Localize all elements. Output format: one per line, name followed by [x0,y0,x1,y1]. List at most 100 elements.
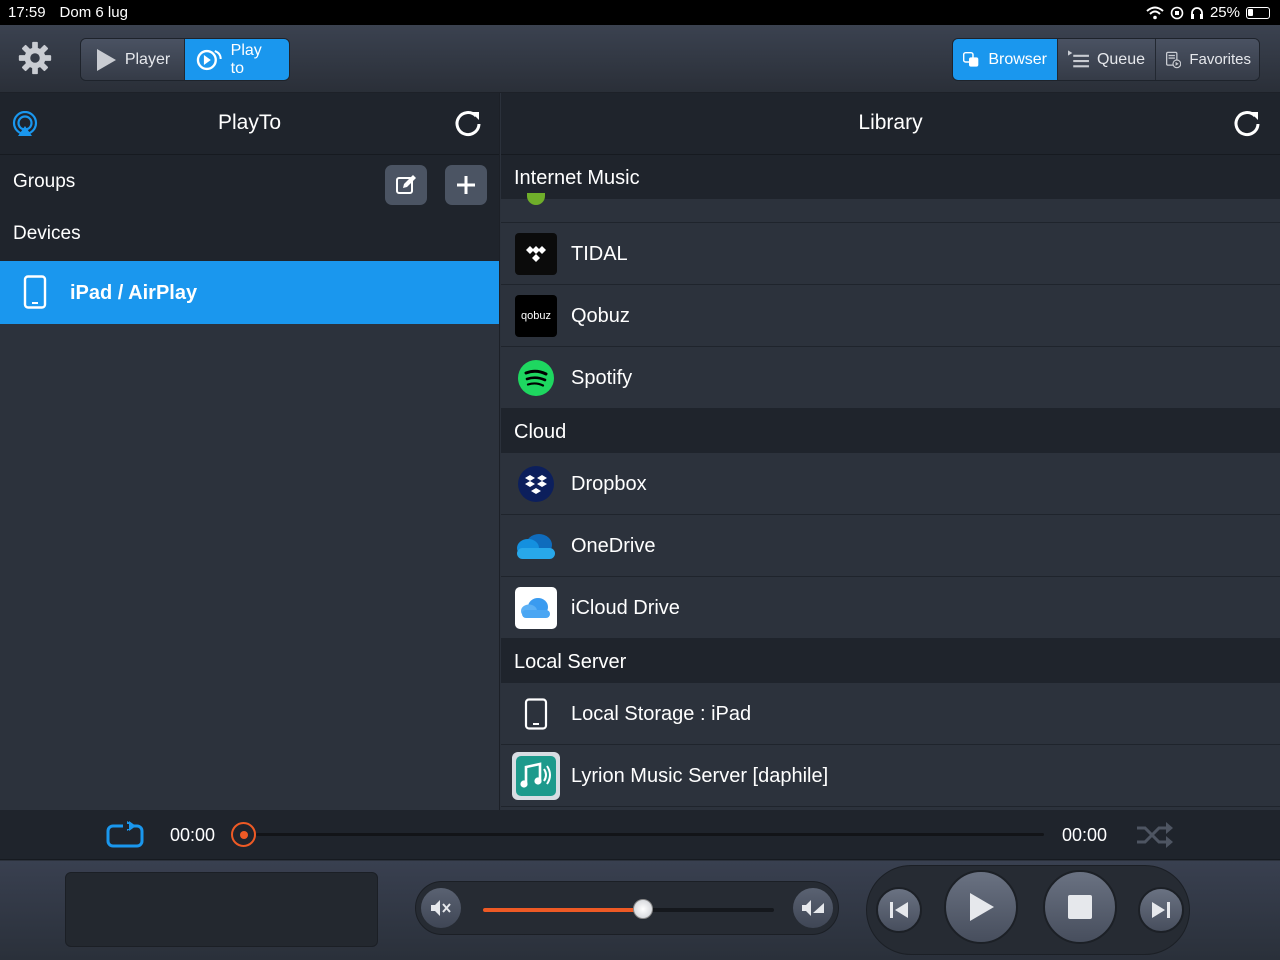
groups-row: Groups [0,155,499,208]
duration-time: 00:00 [1062,825,1108,845]
mute-button[interactable] [421,888,461,928]
playto-button[interactable]: Play to [185,39,289,80]
player-label: Player [124,50,171,68]
icloud-icon [515,587,557,629]
gear-icon[interactable] [16,39,54,77]
browser-button[interactable]: Browser [953,39,1058,80]
next-icon [1152,902,1170,918]
item-label: Dropbox [571,473,647,495]
add-group-button[interactable] [445,165,487,205]
list-item-dropbox[interactable]: Dropbox [501,453,1280,515]
edit-icon [396,175,416,194]
volume-icon [802,900,824,916]
list-item-onedrive[interactable]: OneDrive [501,515,1280,577]
onedrive-icon [513,525,559,567]
section-internet-music: Internet Music [501,155,1280,199]
library-panel: Library Internet Music TIDAL qobuz Qobuz… [501,93,1280,810]
playto-icon [196,49,222,70]
list-item-local-storage[interactable]: Local Storage : iPad [501,683,1280,745]
section-local-server: Local Server [501,639,1280,683]
status-bar: 17:59 Dom 6 lug 25% [0,0,1280,25]
list-item-partial[interactable] [501,193,1280,223]
devices-label: Devices [13,223,81,244]
volume-up-button[interactable] [793,888,833,928]
service-icon [527,193,545,205]
music-server-icon [512,752,560,800]
list-item-tidal[interactable]: TIDAL [501,223,1280,285]
browser-label: Browser [988,50,1047,68]
volume-control [415,881,839,935]
playback-controls [0,861,1280,960]
playto-title: PlayTo [217,111,282,134]
queue-icon [1068,49,1089,67]
battery-icon [1246,6,1270,19]
favorites-label: Favorites [1189,51,1251,68]
qobuz-logo-text: qobuz [521,310,551,322]
devices-row: Devices [0,208,499,261]
section-label: Internet Music [514,167,640,189]
library-title: Library [858,111,923,134]
item-label: TIDAL [571,243,628,265]
play-button[interactable] [944,870,1018,944]
player-button[interactable]: Player [81,39,185,80]
now-playing-artwork [65,872,378,947]
section-cloud: Cloud [501,409,1280,453]
orientation-lock-icon [1170,6,1184,19]
item-label: iCloud Drive [571,597,680,619]
item-label: Spotify [571,367,633,389]
status-time: 17:59 [8,4,46,21]
groups-label: Groups [13,171,76,192]
refresh-icon[interactable] [452,108,484,140]
play-icon [970,893,994,921]
device-item-ipad-airplay[interactable]: iPad / AirPlay [0,261,499,324]
tidal-icon [515,233,557,275]
repeat-icon[interactable] [105,820,145,850]
battery-percent: 25% [1209,4,1240,21]
section-label: Cloud [514,421,567,443]
item-label: OneDrive [571,535,656,557]
status-date: Dom 6 lug [59,4,128,21]
edit-group-button[interactable] [385,165,427,205]
favorites-icon [1166,51,1182,68]
next-button[interactable] [1138,887,1184,933]
library-header: Library [501,93,1280,155]
playto-label: Play to [230,41,262,77]
refresh-icon[interactable] [1231,108,1263,140]
seek-knob[interactable] [231,822,256,847]
dropbox-icon [515,463,557,505]
volume-slider[interactable] [483,899,774,919]
queue-button[interactable]: Queue [1058,39,1156,80]
mute-icon [431,900,451,916]
spotify-icon [515,357,557,399]
top-toolbar: Player Play to Browser Queue Favorites [0,25,1280,93]
previous-icon [890,902,908,918]
seek-track[interactable] [256,833,1044,836]
play-icon [96,48,116,71]
previous-button[interactable] [876,887,922,933]
transport-controls [866,865,1190,955]
volume-knob[interactable] [633,899,654,919]
section-label: Local Server [514,651,627,673]
device-label: iPad / AirPlay [70,282,198,304]
progress-bar: 00:00 00:00 [0,810,1280,860]
wifi-icon [1146,6,1164,19]
list-item-icloud[interactable]: iCloud Drive [501,577,1280,639]
favorites-button[interactable]: Favorites [1156,39,1259,80]
playto-panel: PlayTo Groups Devices iPad / AirPlay [0,93,500,810]
queue-label: Queue [1096,50,1145,68]
stop-button[interactable] [1043,870,1117,944]
item-label: Qobuz [571,305,630,327]
elapsed-time: 00:00 [170,825,216,845]
item-label: Local Storage : iPad [571,703,752,725]
shuffle-icon[interactable] [1136,820,1174,850]
list-item-spotify[interactable]: Spotify [501,347,1280,409]
tablet-icon [515,693,557,735]
view-segment: Browser Queue Favorites [952,38,1260,81]
plus-icon [457,176,475,194]
playto-header: PlayTo [0,93,499,155]
volume-fill [483,908,644,912]
item-label: Lyrion Music Server [daphile] [571,765,829,787]
mode-segment: Player Play to [80,38,290,81]
list-item-qobuz[interactable]: qobuz Qobuz [501,285,1280,347]
list-item-lyrion[interactable]: Lyrion Music Server [daphile] [501,745,1280,807]
